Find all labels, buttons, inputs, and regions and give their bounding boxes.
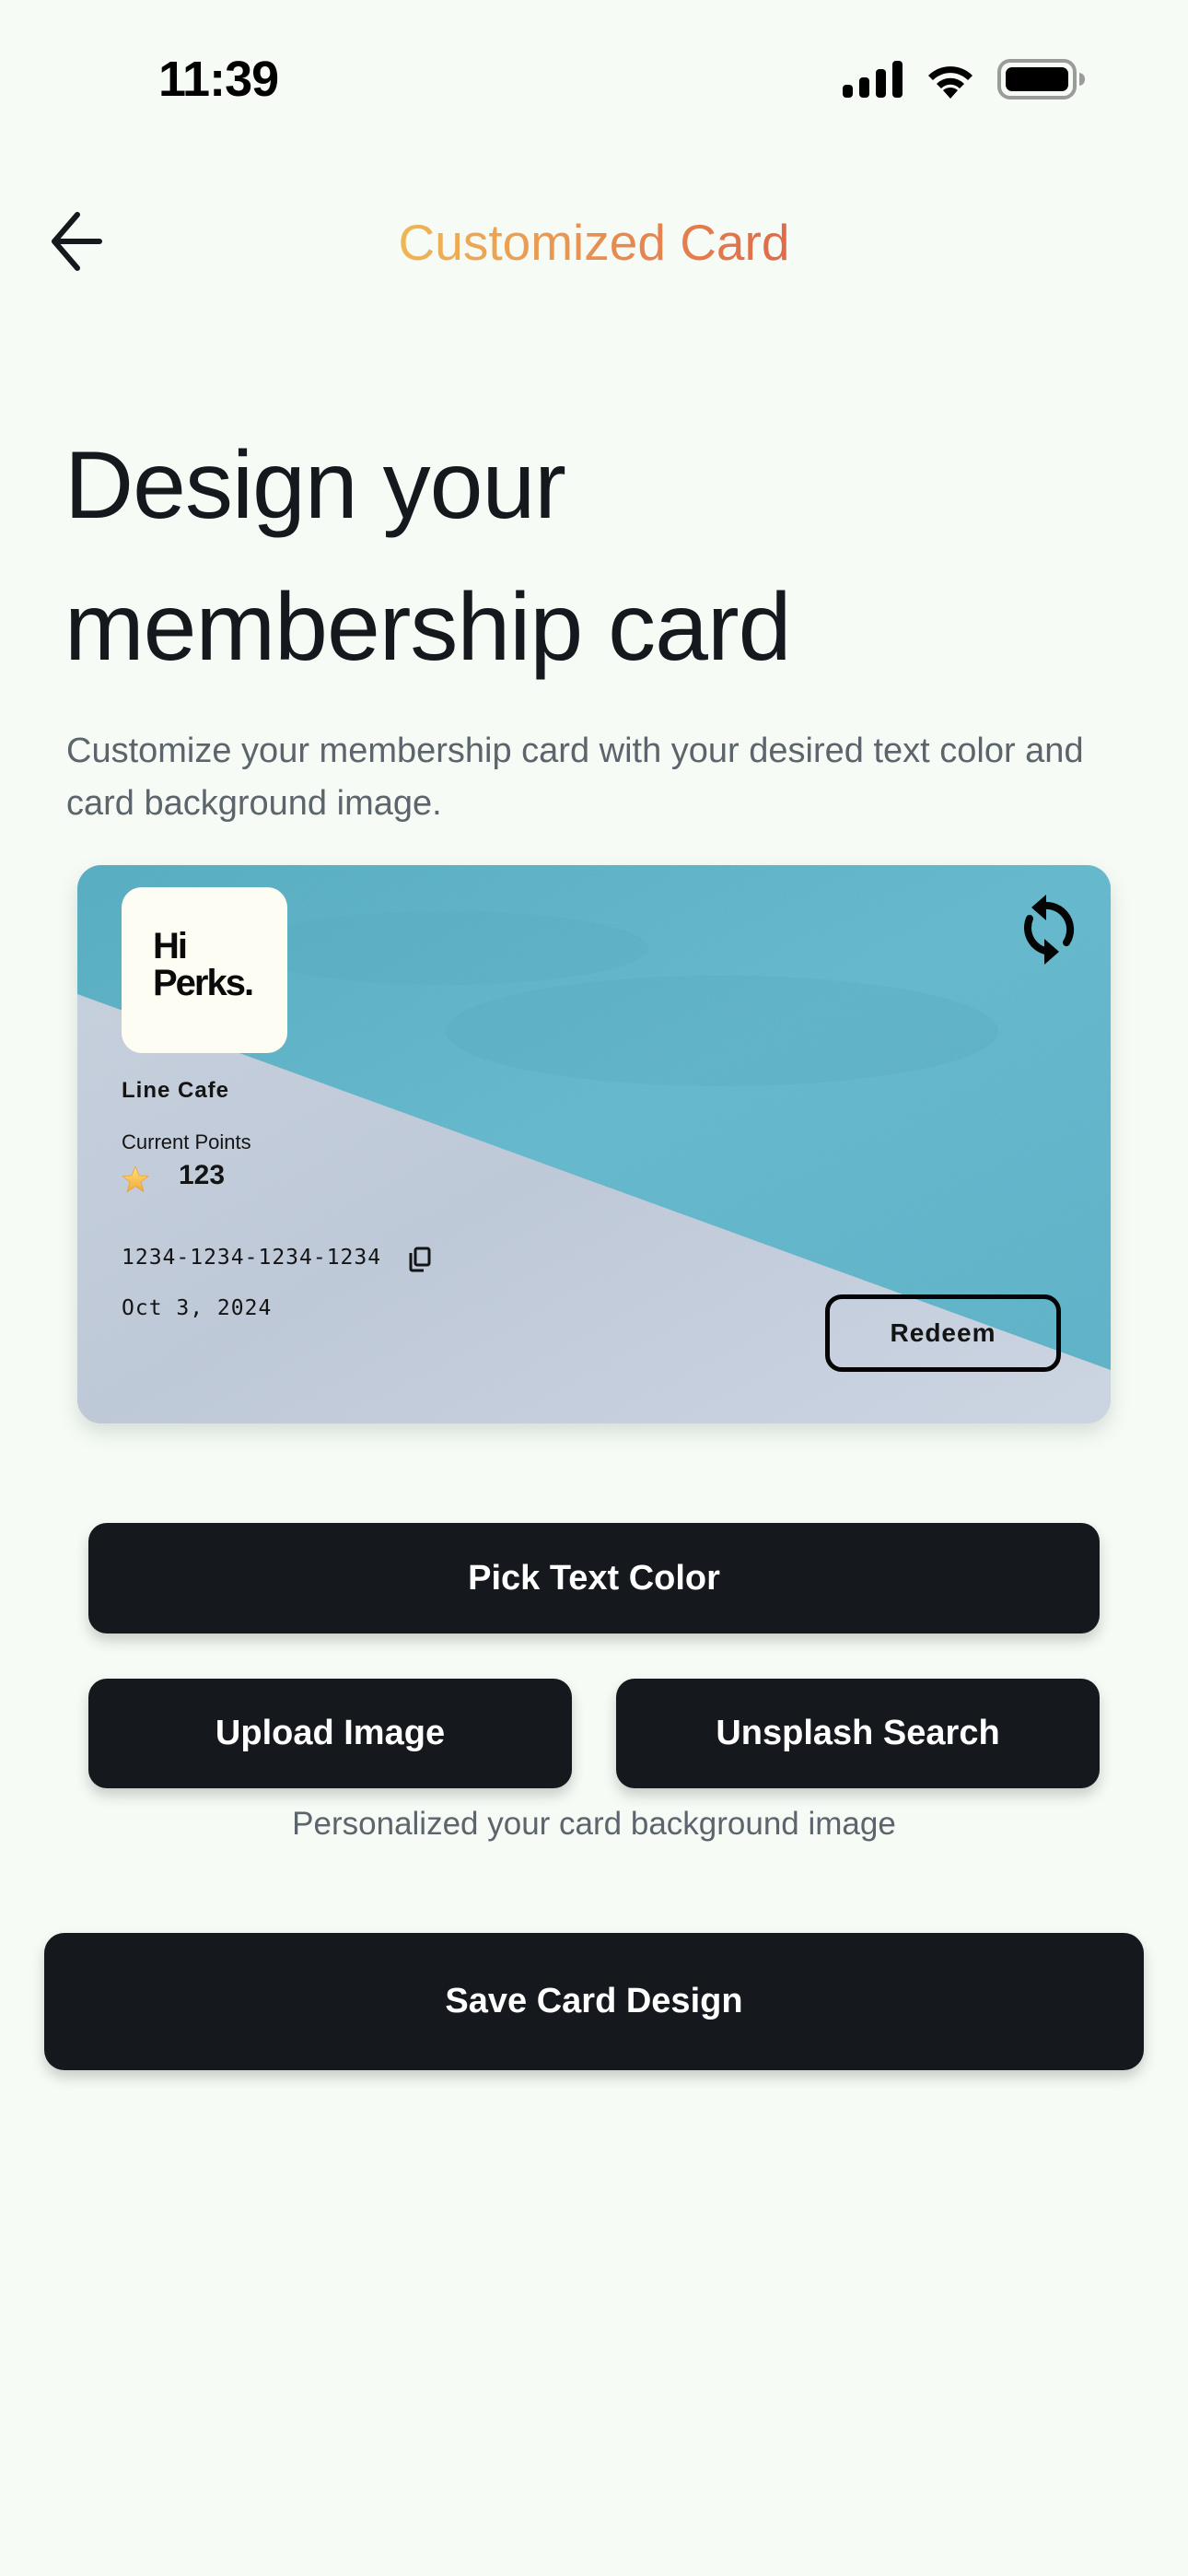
copy-card-number-button[interactable] [407, 1246, 433, 1273]
points-label: Current Points [122, 1130, 251, 1153]
points-value: 123 [179, 1160, 226, 1190]
status-time: 11:39 [158, 52, 279, 107]
unsplash-search-button[interactable]: Unsplash Search [616, 1679, 1100, 1788]
cellular-signal-icon [843, 61, 903, 98]
heading-line-1: Design your [64, 432, 566, 539]
merchant-name: Line Cafe [122, 1078, 230, 1103]
star-icon [122, 1165, 149, 1192]
card-date: Oct 3, 2024 [122, 1296, 273, 1320]
background-caption: Personalized your card background image [292, 1806, 896, 1842]
membership-card-preview: Hi Perks. Line Cafe Current Points 123 1… [77, 865, 1111, 1423]
upload-image-button[interactable]: Upload Image [88, 1679, 572, 1788]
subtitle: Customize your membership card with your… [66, 732, 1084, 823]
redeem-button[interactable]: Redeem [825, 1294, 1061, 1372]
battery-icon [997, 59, 1085, 100]
refresh-icon [1024, 895, 1075, 965]
logo-line-1: Hi [153, 926, 188, 966]
copy-icon [409, 1247, 431, 1272]
page-title: Customized Card [0, 210, 1188, 275]
save-card-design-button[interactable]: Save Card Design [44, 1933, 1144, 2070]
flip-card-button[interactable] [1009, 889, 1081, 970]
pick-text-color-button[interactable]: Pick Text Color [88, 1523, 1100, 1633]
heading-line-2: membership card [64, 574, 791, 681]
main-heading: Design your membership card [64, 415, 1151, 698]
card-number: 1234-1234-1234-1234 [122, 1246, 382, 1270]
brand-logo: Hi Perks. [122, 887, 287, 1053]
wifi-icon [928, 66, 973, 99]
logo-line-2: Perks. [153, 963, 254, 1003]
